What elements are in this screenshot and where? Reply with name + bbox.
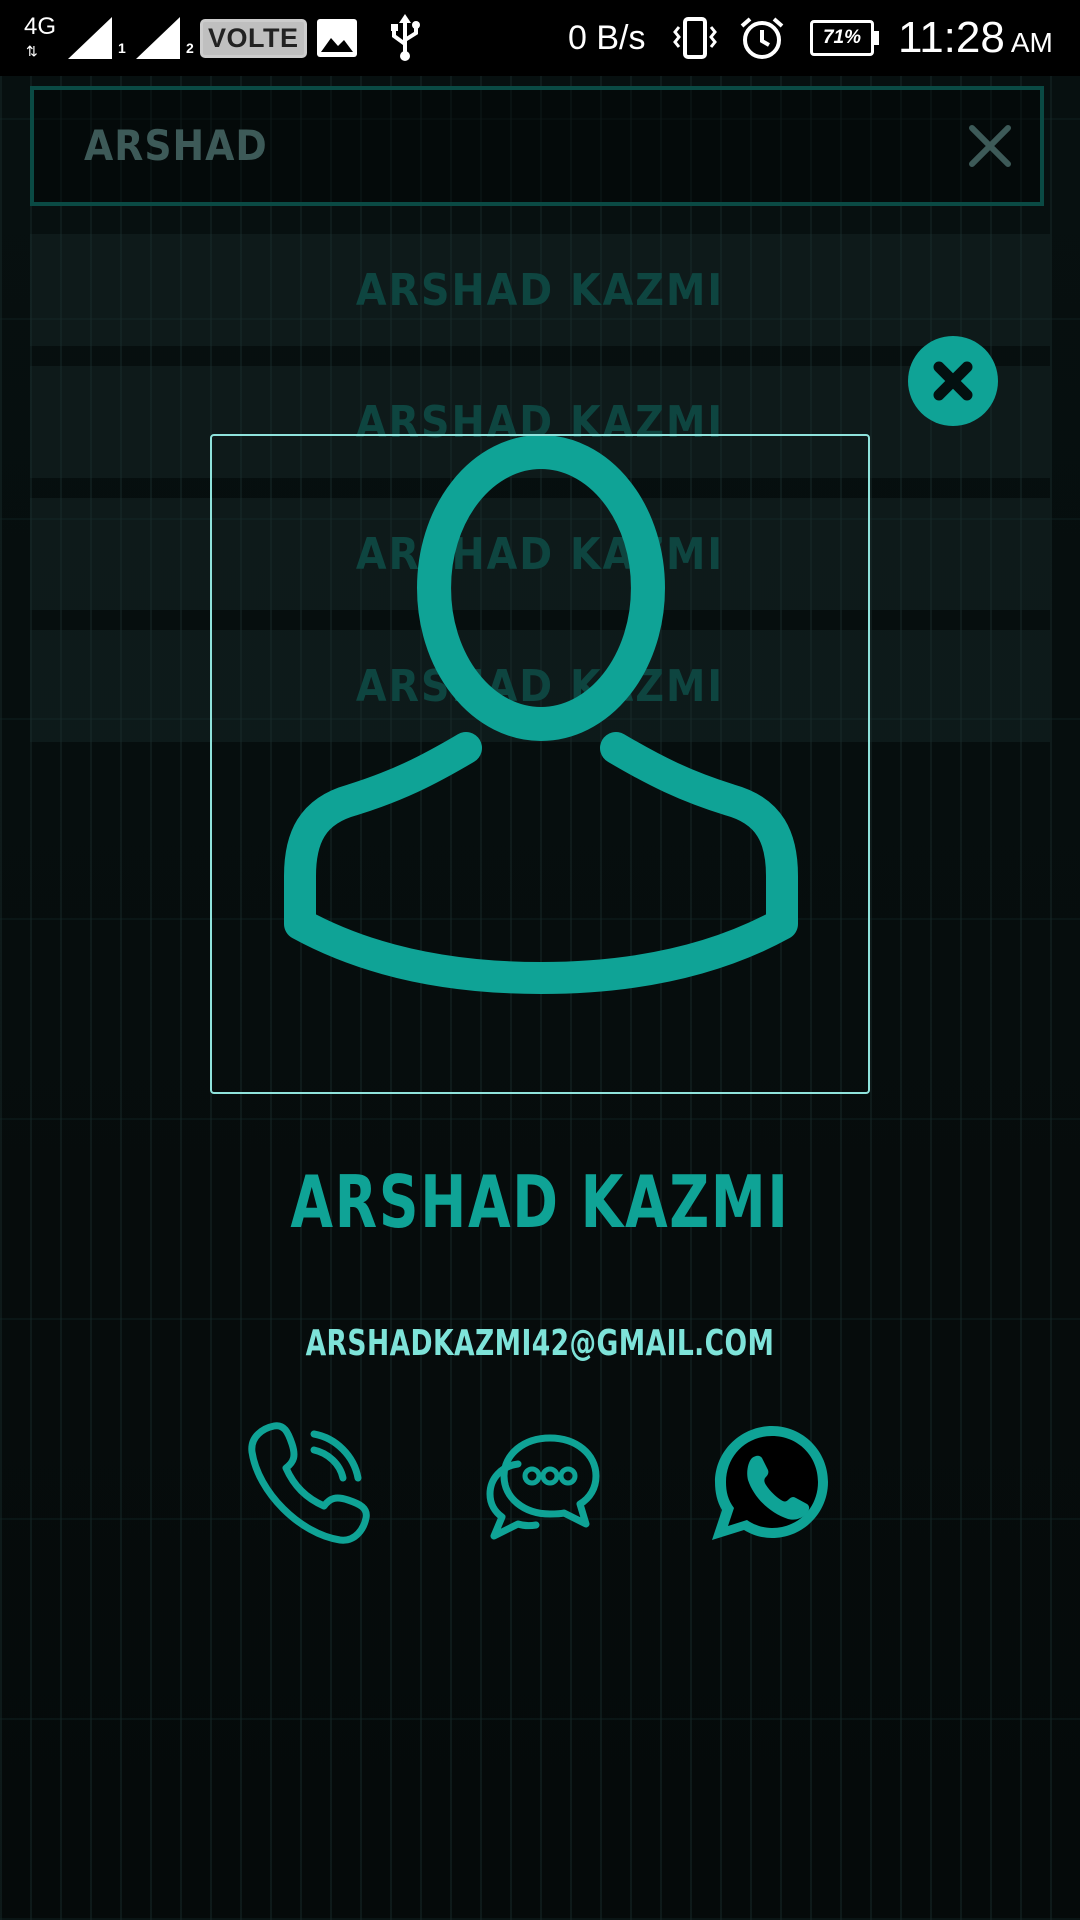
gallery-icon [316,0,358,76]
sim2-signal-icon: 2 [134,0,194,76]
message-button[interactable] [476,1418,606,1548]
data-speed-label: 0 B/s [568,18,646,57]
battery-icon: 71% [810,0,879,76]
whatsapp-button[interactable] [706,1418,836,1548]
result-name: ARSHAD KAZMI [355,264,725,316]
clock-ampm: AM [1010,27,1053,58]
contact-email[interactable]: ARSHADKAZMI42@GMAIL.COM [97,1323,983,1364]
battery-percent: 71% [822,27,862,48]
clock-time: 11:28 [898,13,1005,62]
usb-icon [388,0,422,76]
vibrate-icon [672,0,718,76]
close-dialog-button[interactable] [908,336,998,426]
sim1-label: 1 [118,40,126,56]
contact-photo-frame [210,434,870,1094]
search-input[interactable]: ARSHAD [30,86,1044,206]
sim2-label: 2 [186,40,194,56]
contact-name: ARSHAD KAZMI [290,1160,790,1244]
sim1-signal-icon: 1 [66,0,126,76]
network-type: 4G ⇅ [24,0,58,76]
clock: 11:28 AM [898,0,1053,76]
close-circle-icon [933,361,973,401]
status-bar: 4G ⇅ 1 2 VOLTE 0 B/s 71% 11:28 AM [0,0,1080,76]
call-button[interactable] [244,1418,374,1548]
volte-badge: VOLTE [200,0,307,76]
whatsapp-icon [712,1426,828,1540]
volte-label: VOLTE [200,18,307,58]
chat-bubbles-icon [486,1434,600,1540]
search-query-text: ARSHAD [84,121,268,170]
data-speed: 0 B/s [568,0,645,76]
close-icon[interactable] [962,118,1018,174]
alarm-icon [738,0,786,76]
phone-call-icon [248,1422,370,1544]
network-type-label: 4G [24,13,57,40]
data-arrows-icon: ⇅ [26,43,38,59]
person-avatar-icon [284,436,798,994]
result-item[interactable]: ARSHAD KAZMI [30,234,1050,346]
